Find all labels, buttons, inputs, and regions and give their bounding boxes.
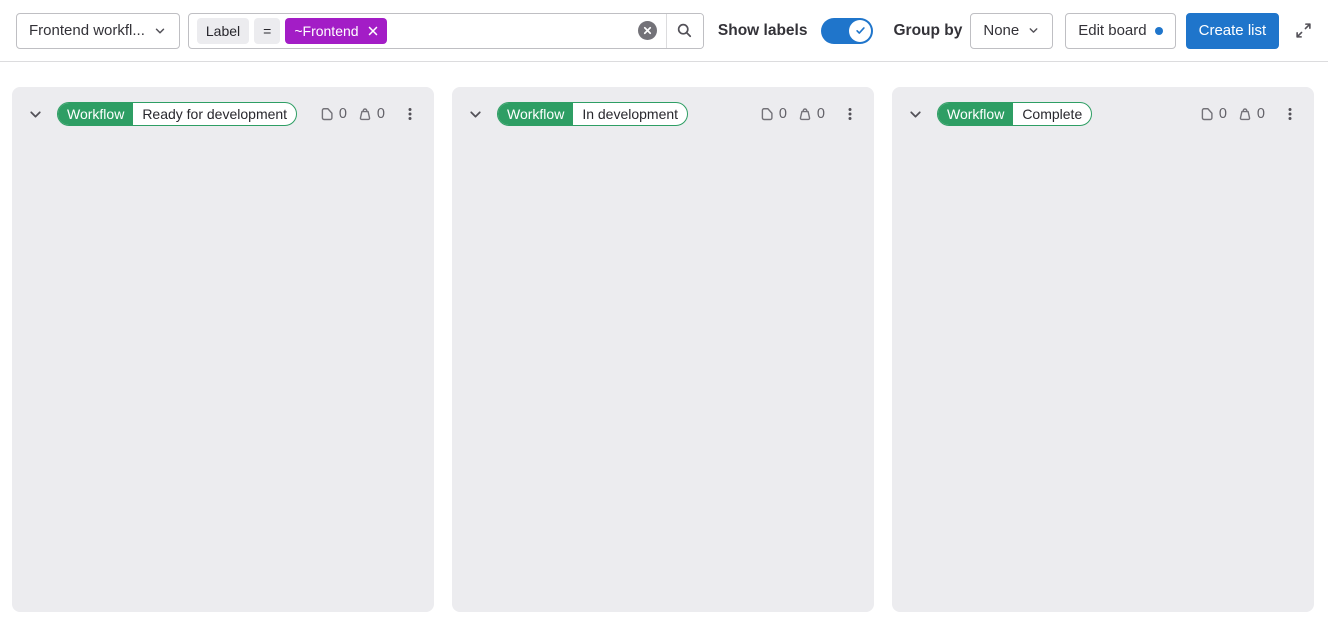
column-counts: 0 0 [759,106,825,122]
search-icon [676,22,693,39]
column-card-area [452,126,874,612]
column-counts: 0 0 [319,106,385,122]
weight-count: 0 [797,106,825,122]
board-column: Workflow In development 0 0 [452,87,874,612]
collapse-column-icon[interactable] [907,106,924,123]
column-menu-icon[interactable] [400,104,420,124]
scoped-label: Workflow Ready for development [57,102,297,126]
label-title: Complete [1013,103,1091,125]
weight-count-value: 0 [817,106,825,122]
show-labels-toggle[interactable] [821,18,873,44]
label-title: Ready for development [133,103,296,125]
board-toolbar: Frontend workfl... Label = ~Frontend Sho [0,0,1328,62]
weight-icon [797,106,813,122]
issue-count: 0 [319,106,347,122]
filter-token-key[interactable]: Label [197,18,249,44]
issue-count: 0 [759,106,787,122]
group-by-label: Group by [893,22,962,40]
edit-board-button[interactable]: Edit board [1065,13,1175,49]
edit-board-label: Edit board [1078,22,1146,39]
board-switcher-dropdown[interactable]: Frontend workfl... [16,13,180,49]
expand-icon [1295,22,1312,39]
column-header: Workflow In development 0 0 [452,87,874,126]
filter-token-operator[interactable]: = [254,18,280,44]
column-menu-icon[interactable] [840,104,860,124]
issues-icon [1199,106,1215,122]
scoped-label: Workflow In development [497,102,688,126]
filter-token-group: Label = ~Frontend [189,14,634,48]
edit-board-notification-dot [1155,27,1163,35]
weight-count: 0 [1237,106,1265,122]
filter-token-value[interactable]: ~Frontend [285,18,386,44]
toggle-check-icon [849,20,871,42]
collapse-column-icon[interactable] [27,106,44,123]
column-card-area [892,126,1314,612]
token-remove-icon[interactable] [366,24,380,38]
board-switcher-label: Frontend workfl... [29,22,145,39]
chevron-down-icon [1027,24,1040,37]
weight-count-value: 0 [1257,106,1265,122]
issues-icon [319,106,335,122]
filtered-search-bar: Label = ~Frontend [188,13,704,49]
show-labels-label: Show labels [718,22,808,40]
group-by-dropdown[interactable]: None [970,13,1053,49]
clear-search-icon[interactable] [638,21,657,40]
group-by-value: None [983,22,1019,39]
chevron-down-icon [153,24,167,38]
column-menu-icon[interactable] [1280,104,1300,124]
label-scope: Workflow [938,103,1013,125]
issue-count-value: 0 [1219,106,1227,122]
label-scope: Workflow [498,103,573,125]
issues-icon [759,106,775,122]
issue-board: Workflow Ready for development 0 0 [0,62,1328,612]
weight-icon [1237,106,1253,122]
collapse-column-icon[interactable] [467,106,484,123]
filter-token-value-label: ~Frontend [294,23,358,39]
issue-count-value: 0 [779,106,787,122]
issue-count: 0 [1199,106,1227,122]
label-title: In development [573,103,687,125]
create-list-label: Create list [1199,22,1267,39]
column-counts: 0 0 [1199,106,1265,122]
fullscreen-button[interactable] [1291,18,1316,43]
filter-search-input[interactable] [392,14,634,48]
label-scope: Workflow [58,103,133,125]
column-header: Workflow Complete 0 0 [892,87,1314,126]
weight-count-value: 0 [377,106,385,122]
create-list-button[interactable]: Create list [1186,13,1280,49]
issue-count-value: 0 [339,106,347,122]
weight-count: 0 [357,106,385,122]
column-card-area [12,126,434,612]
search-submit-button[interactable] [666,14,703,48]
board-column: Workflow Ready for development 0 0 [12,87,434,612]
scoped-label: Workflow Complete [937,102,1092,126]
board-column: Workflow Complete 0 0 [892,87,1314,612]
column-header: Workflow Ready for development 0 0 [12,87,434,126]
weight-icon [357,106,373,122]
